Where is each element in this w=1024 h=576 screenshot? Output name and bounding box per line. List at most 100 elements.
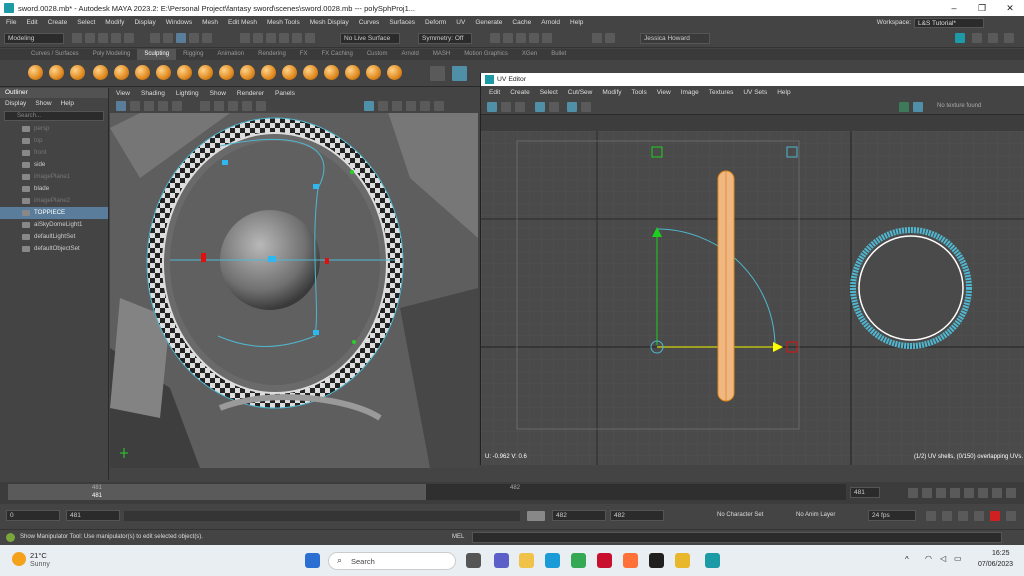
uv-menu-help[interactable]: Help — [777, 86, 790, 99]
ssao-icon[interactable] — [406, 101, 416, 111]
relax-tool-icon[interactable] — [70, 65, 85, 80]
3d-viewport[interactable] — [110, 88, 478, 468]
character-set-dropdown[interactable]: No Character Set — [717, 512, 763, 518]
smooth-shade-icon[interactable] — [214, 101, 224, 111]
volume-icon[interactable]: ◁ — [940, 554, 946, 563]
user-account[interactable]: Jessica Howard — [640, 33, 710, 44]
bookmark-icon[interactable] — [144, 101, 154, 111]
vp-menu-panels[interactable]: Panels — [275, 88, 295, 99]
file-explorer-icon[interactable] — [519, 553, 534, 568]
uv-menu-modify[interactable]: Modify — [602, 86, 621, 99]
menu-mesh-tools[interactable]: Mesh Tools — [267, 19, 300, 26]
grab-tool-icon[interactable] — [93, 65, 108, 80]
battery-icon[interactable]: ▭ — [954, 554, 962, 563]
manipulator-handle[interactable] — [313, 184, 319, 189]
taskbar-date[interactable]: 07/06/2023 — [978, 561, 1013, 568]
go-end-icon[interactable] — [1006, 488, 1016, 498]
snap-curve-icon[interactable] — [253, 33, 263, 43]
manipulator-handle[interactable] — [313, 330, 319, 335]
select-hierarchy-icon[interactable] — [150, 33, 160, 43]
save-scene-icon[interactable] — [98, 33, 108, 43]
lights-icon[interactable] — [242, 101, 252, 111]
scrape-tool-icon[interactable] — [261, 65, 276, 80]
select-object-icon[interactable] — [163, 33, 173, 43]
outliner-menu-help[interactable]: Help — [61, 98, 74, 109]
play-back-icon[interactable] — [950, 488, 960, 498]
menu-arnold[interactable]: Arnold — [541, 19, 560, 26]
teams-icon[interactable] — [494, 553, 509, 568]
sculpt-mask-icon[interactable] — [430, 66, 445, 81]
outliner-item-front[interactable]: front — [0, 147, 108, 159]
shelf-tab-custom[interactable]: Custom — [360, 49, 395, 60]
menu-help[interactable]: Help — [570, 19, 583, 26]
time-slider[interactable]: 481 481 482 481 — [0, 482, 1024, 504]
outliner-item-lightset[interactable]: defaultLightSet — [0, 231, 108, 243]
wireframe-icon[interactable] — [200, 101, 210, 111]
outliner-item-imageplane2[interactable]: imagePlane2 — [0, 195, 108, 207]
menu-select[interactable]: Select — [77, 19, 95, 26]
uv-menu-view[interactable]: View — [657, 86, 671, 99]
vp-menu-view[interactable]: View — [116, 88, 130, 99]
live-surface-field[interactable]: No Live Surface — [340, 33, 400, 44]
lasso-icon[interactable] — [189, 33, 199, 43]
menu-curves[interactable]: Curves — [359, 19, 380, 26]
store-icon[interactable] — [649, 553, 664, 568]
vp-menu-lighting[interactable]: Lighting — [176, 88, 199, 99]
uv-menu-uv-sets[interactable]: UV Sets — [743, 86, 767, 99]
ipr-render-icon[interactable] — [516, 33, 526, 43]
repeat-tool-icon[interactable] — [198, 65, 213, 80]
blender-icon[interactable] — [675, 553, 690, 568]
anim-end-field[interactable]: 482 — [610, 510, 664, 521]
anti-alias-icon[interactable] — [434, 101, 444, 111]
menu-surfaces[interactable]: Surfaces — [389, 19, 415, 26]
workspace-selector[interactable]: Workspace: L&S Tutorial* — [877, 16, 984, 29]
redo-icon[interactable] — [124, 33, 134, 43]
outliner-menu-show[interactable]: Show — [35, 98, 51, 109]
uv-shade-icon[interactable] — [567, 102, 577, 112]
vp-menu-show[interactable]: Show — [210, 88, 226, 99]
snap-surface-icon[interactable] — [292, 33, 302, 43]
fps-dropdown[interactable]: 24 fps — [868, 510, 916, 521]
xray-icon[interactable] — [378, 101, 388, 111]
uv-menu-create[interactable]: Create — [510, 86, 530, 99]
maximize-button[interactable]: ❐ — [968, 0, 996, 16]
undo-icon[interactable] — [111, 33, 121, 43]
outliner-search-input[interactable]: Search... — [4, 111, 104, 121]
shelf-tab-sculpting[interactable]: Sculpting — [137, 49, 177, 60]
shelf-tab-mash[interactable]: MASH — [426, 49, 457, 60]
range-start-field[interactable]: 481 — [66, 510, 120, 521]
outliner-item-blade[interactable]: blade — [0, 183, 108, 195]
step-forward-icon[interactable] — [978, 488, 988, 498]
vp-menu-renderer[interactable]: Renderer — [237, 88, 264, 99]
menu-deform[interactable]: Deform — [425, 19, 446, 26]
tray-chevron-icon[interactable]: ^ — [905, 555, 909, 564]
wifi-icon[interactable]: ◠ — [925, 554, 932, 563]
chrome-icon[interactable] — [571, 553, 586, 568]
taskbar-time[interactable]: 16:25 — [992, 550, 1010, 557]
play-forward-icon[interactable] — [964, 488, 974, 498]
render-frame-icon[interactable] — [503, 33, 513, 43]
smooth-tool-icon[interactable] — [49, 65, 64, 80]
tool-settings-icon[interactable] — [988, 33, 998, 43]
range-end-field[interactable]: 482 — [552, 510, 606, 521]
smear-tool-icon[interactable] — [324, 65, 339, 80]
anim-prefs-icon[interactable] — [1006, 511, 1016, 521]
uv-select-icon[interactable] — [487, 102, 497, 112]
sculpt-grid-icon[interactable] — [452, 66, 467, 81]
uv-snapshot-icon[interactable] — [581, 102, 591, 112]
textured-icon[interactable] — [228, 101, 238, 111]
outliner-menu-display[interactable]: Display — [5, 98, 26, 109]
shelf-tab-xgen[interactable]: XGen — [515, 49, 544, 60]
outliner-item-skydome[interactable]: aiSkyDomeLight1 — [0, 219, 108, 231]
freeze-tool-icon[interactable] — [387, 65, 402, 80]
menu-windows[interactable]: Windows — [166, 19, 192, 26]
uv-menu-image[interactable]: Image — [681, 86, 699, 99]
menu-mesh-display[interactable]: Mesh Display — [310, 19, 349, 26]
command-input[interactable] — [472, 532, 1002, 543]
menu-create[interactable]: Create — [48, 19, 68, 26]
outliner-item-top[interactable]: top — [0, 135, 108, 147]
range-slider-track[interactable] — [124, 511, 520, 521]
uv-menu-tools[interactable]: Tools — [632, 86, 647, 99]
imprint-tool-icon[interactable] — [219, 65, 234, 80]
uv-menu-edit[interactable]: Edit — [489, 86, 500, 99]
